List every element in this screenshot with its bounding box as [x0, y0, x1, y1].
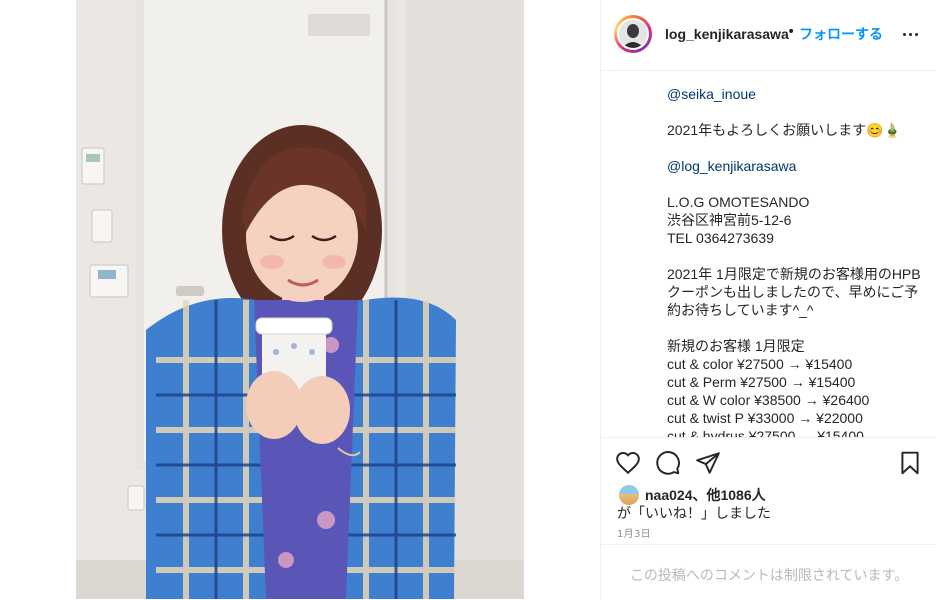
- caption-line: cut & W color ¥38500 → ¥26400: [667, 392, 870, 408]
- caption-line: [667, 139, 929, 157]
- likes-others[interactable]: 、他1086人: [692, 487, 765, 503]
- caption-scroll-area[interactable]: @seika_inoue 2021年もよろしくお願いします😊🎍 @log_kenji…: [601, 71, 936, 437]
- bookmark-icon[interactable]: [897, 450, 923, 476]
- caption-line: [667, 319, 929, 337]
- likes-line: naa024、他1086人: [645, 485, 766, 505]
- caption-mention-link[interactable]: @log_kenjikarasawa: [667, 157, 929, 175]
- caption-line: cut & color ¥27500 → ¥15400: [667, 356, 853, 372]
- caption-text: @seika_inoue 2021年もよろしくお願いします😊🎍 @log_kenji…: [667, 85, 929, 437]
- liker-avatar[interactable]: [619, 485, 639, 505]
- caption-line: 2021年もよろしくお願いします😊🎍: [667, 122, 902, 138]
- caption-line: [667, 247, 929, 265]
- avatar[interactable]: [617, 18, 649, 50]
- caption-line: cut & Perm ¥27500 → ¥15400: [667, 374, 856, 390]
- post-header: log_kenjikarasawa • フォローする: [601, 0, 936, 71]
- follow-button[interactable]: フォローする: [799, 24, 883, 44]
- caption-mention-link[interactable]: @seika_inoue: [667, 85, 929, 103]
- comment-area: この投稿へのコメントは制限されています。: [601, 544, 936, 600]
- caption-line: 約お待ちしています^_^: [667, 302, 814, 318]
- username-link[interactable]: log_kenjikarasawa: [665, 26, 789, 42]
- avatar-story-ring[interactable]: [614, 15, 652, 53]
- share-icon[interactable]: [695, 450, 721, 476]
- caption-line: L.O.G OMOTESANDO: [667, 194, 810, 210]
- caption-line: [667, 175, 929, 193]
- caption-line: 渋谷区神宮前5-12-6: [667, 212, 792, 228]
- caption-line: [667, 103, 929, 121]
- avatar-image: [619, 20, 647, 48]
- action-bar: [601, 437, 936, 488]
- more-options-icon[interactable]: [899, 22, 923, 46]
- caption-line: クーポンも出しましたので、早めにご予: [667, 284, 919, 300]
- caption-line: 新規のお客様 1月限定: [667, 338, 805, 354]
- caption-line: cut & twist P ¥33000 → ¥22000: [667, 410, 863, 426]
- post-date[interactable]: 1月3日: [617, 525, 651, 540]
- caption-line: cut & hydrus ¥27500 → ¥15400: [667, 428, 864, 437]
- likes-summary: naa024、他1086人 が「いいね！」しました: [601, 482, 936, 522]
- liker-username[interactable]: naa024: [645, 487, 692, 503]
- likes-suffix: が「いいね！」しました: [617, 505, 771, 521]
- post-sidebar: log_kenjikarasawa • フォローする @seika_inoue 2…: [600, 0, 936, 599]
- heart-icon[interactable]: [615, 450, 641, 476]
- post-photo-illustration: [76, 0, 524, 599]
- caption-line: 2021年 1月限定で新規のお客様用のHPB: [667, 266, 921, 282]
- comment-icon[interactable]: [655, 450, 681, 476]
- comments-restricted-notice: この投稿へのコメントは制限されています。: [629, 567, 909, 583]
- post-photo[interactable]: [76, 0, 524, 599]
- caption-line: TEL 0364273639: [667, 230, 774, 246]
- separator-dot: •: [787, 24, 796, 40]
